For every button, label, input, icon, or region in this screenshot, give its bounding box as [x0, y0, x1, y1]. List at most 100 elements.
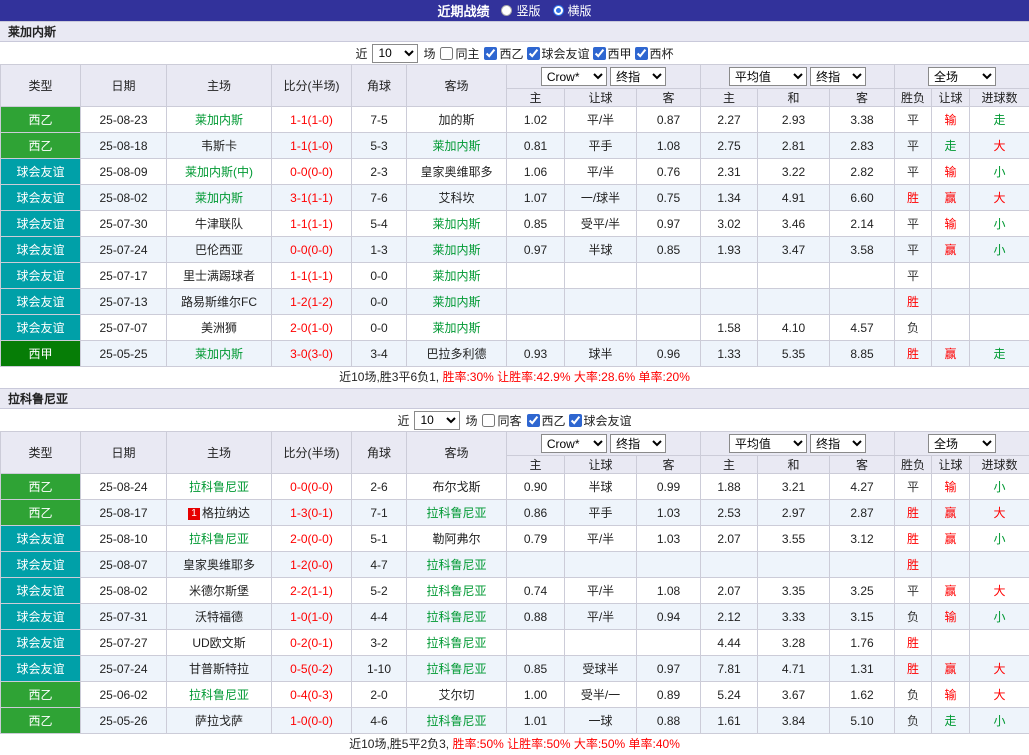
odds-home: [507, 263, 565, 289]
avg-away: 4.57: [830, 315, 895, 341]
avg-away: 5.10: [830, 708, 895, 734]
avg-home: 2.07: [701, 578, 758, 604]
odds-provider-header: Crow* 终指: [507, 432, 701, 456]
league-filter-checkbox[interactable]: [484, 47, 497, 60]
avg-home: 2.12: [701, 604, 758, 630]
col-away: 客场: [407, 432, 507, 474]
odds-provider-select[interactable]: Crow*: [541, 434, 607, 453]
odds-away: 1.08: [637, 578, 701, 604]
results-table: 类型 日期 主场 比分(半场) 角球 客场 Crow* 终指: [0, 64, 1029, 367]
subcol-result: 胜负: [895, 89, 932, 107]
away-team-name: 巴拉多利德: [426, 347, 486, 361]
home-team-name: 莱加内斯: [195, 191, 243, 205]
avg-away: 3.15: [830, 604, 895, 630]
same-venue-checkbox[interactable]: [482, 414, 495, 427]
result-handicap: 赢: [932, 237, 970, 263]
view-option-vertical[interactable]: 竖版: [501, 2, 540, 19]
odds-home: 1.06: [507, 159, 565, 185]
league-filter-checkbox[interactable]: [527, 414, 540, 427]
same-venue-checkbox[interactable]: [440, 47, 453, 60]
away-team: 拉科鲁尼亚: [407, 708, 507, 734]
avg-draw: 5.35: [758, 341, 830, 367]
matches-label: 场: [465, 412, 477, 429]
avg-odds-select[interactable]: 平均值: [729, 67, 807, 86]
odds-home: 0.85: [507, 211, 565, 237]
away-team: 莱加内斯: [407, 133, 507, 159]
match-date: 25-07-17: [81, 263, 167, 289]
match-scope-select[interactable]: 全场: [928, 434, 996, 453]
avg-home: 2.53: [701, 500, 758, 526]
league-filter[interactable]: 球会友谊: [527, 45, 590, 62]
league-filter[interactable]: 西杯: [635, 45, 674, 62]
result-handicap: [932, 315, 970, 341]
avg-draw: 3.47: [758, 237, 830, 263]
match-scope-select[interactable]: 全场: [928, 67, 996, 86]
away-team: 莱加内斯: [407, 289, 507, 315]
col-type: 类型: [1, 432, 81, 474]
same-venue-filter[interactable]: 同客: [482, 412, 521, 429]
home-team-name: 甘普斯特拉: [189, 662, 249, 676]
league-filter[interactable]: 西甲: [593, 45, 632, 62]
subcol-odds-handicap: 让球: [565, 456, 637, 474]
match-count-select[interactable]: 10: [414, 411, 460, 430]
home-team-name: 莱加内斯: [195, 347, 243, 361]
league-filter[interactable]: 西乙: [484, 45, 523, 62]
avg-home: 2.07: [701, 526, 758, 552]
odds-home: 0.88: [507, 604, 565, 630]
league-badge: 西乙: [1, 107, 81, 133]
match-date: 25-05-25: [81, 341, 167, 367]
avg-away: 2.82: [830, 159, 895, 185]
league-filter[interactable]: 西乙: [527, 412, 566, 429]
radio-icon-vertical[interactable]: [501, 5, 512, 16]
radio-icon-horizontal[interactable]: [553, 5, 564, 16]
avg-draw: 3.84: [758, 708, 830, 734]
avg-odds-stage-select[interactable]: 终指: [810, 434, 866, 453]
away-team: 艾科坎: [407, 185, 507, 211]
result-goals: 小: [970, 211, 1029, 237]
match-date: 25-08-02: [81, 578, 167, 604]
score: 1-1(1-0): [272, 133, 352, 159]
avg-home: [701, 263, 758, 289]
subcol-odds-home: 主: [507, 89, 565, 107]
avg-away: 3.25: [830, 578, 895, 604]
same-venue-filter[interactable]: 同主: [440, 45, 479, 62]
result-handicap: 输: [932, 682, 970, 708]
match-row: 球会友谊25-08-02莱加内斯3-1(1-1)7-6艾科坎1.07一/球半0.…: [1, 185, 1029, 211]
avg-away: 2.14: [830, 211, 895, 237]
odds-provider-stage-select[interactable]: 终指: [610, 434, 666, 453]
match-row: 西乙25-08-18韦斯卡1-1(1-0)5-3莱加内斯0.81平手1.082.…: [1, 133, 1029, 159]
league-filter-checkbox[interactable]: [635, 47, 648, 60]
odds-provider-stage-select[interactable]: 终指: [610, 67, 666, 86]
match-count-select[interactable]: 10: [372, 44, 418, 63]
league-filter-checkbox[interactable]: [569, 414, 582, 427]
home-team: 皇家奥维耶多: [167, 552, 272, 578]
view-option-horizontal[interactable]: 横版: [553, 2, 592, 19]
avg-away: 1.31: [830, 656, 895, 682]
avg-odds-stage-select[interactable]: 终指: [810, 67, 866, 86]
league-filter[interactable]: 球会友谊: [569, 412, 632, 429]
result-handicap: [932, 630, 970, 656]
odds-home: 0.79: [507, 526, 565, 552]
avg-home: 1.58: [701, 315, 758, 341]
match-row: 球会友谊25-07-13路易斯维尔FC1-2(1-2)0-0莱加内斯胜: [1, 289, 1029, 315]
result-goals: 大: [970, 656, 1029, 682]
result-outcome: 负: [895, 315, 932, 341]
result-handicap: 赢: [932, 185, 970, 211]
odds-provider-select[interactable]: Crow*: [541, 67, 607, 86]
corners: 0-0: [352, 289, 407, 315]
corners: 0-0: [352, 263, 407, 289]
league-filter-checkbox[interactable]: [593, 47, 606, 60]
league-badge: 球会友谊: [1, 604, 81, 630]
away-team: 巴拉多利德: [407, 341, 507, 367]
corners: 4-6: [352, 708, 407, 734]
filter-bar: 近 10 场 同客 西乙球会友谊: [0, 409, 1029, 431]
odds-handicap: 平/半: [565, 604, 637, 630]
result-outcome: 胜: [895, 552, 932, 578]
avg-odds-select[interactable]: 平均值: [729, 434, 807, 453]
league-filter-checkbox[interactable]: [527, 47, 540, 60]
league-filter-label: 球会友谊: [542, 45, 590, 62]
avg-away: 1.76: [830, 630, 895, 656]
avg-home: 1.93: [701, 237, 758, 263]
view-option-vertical-label: 竖版: [516, 2, 540, 19]
away-team: 勒阿弗尔: [407, 526, 507, 552]
